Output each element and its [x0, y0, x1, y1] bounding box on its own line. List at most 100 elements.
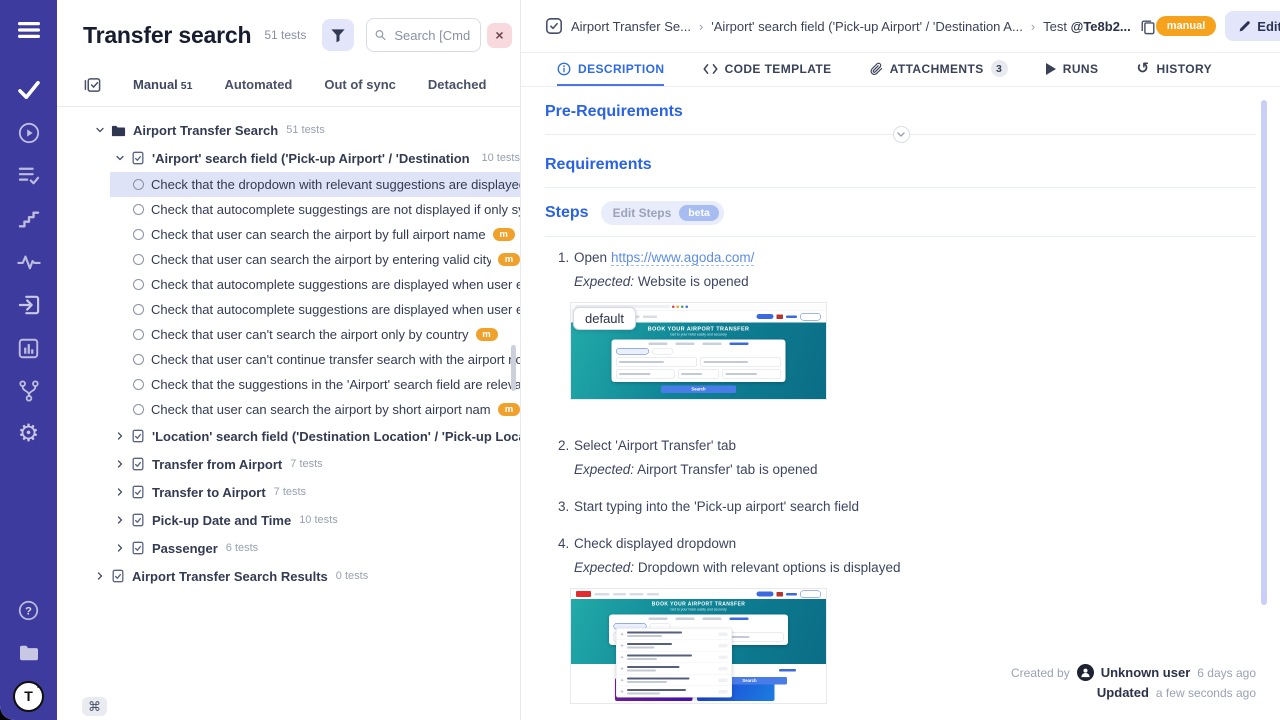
select-all-icon[interactable] [84, 76, 101, 93]
tab-attachments[interactable]: ATTACHMENTS 3 [870, 53, 1008, 86]
manual-flag-badge: m [498, 403, 520, 416]
step-attachment-image[interactable]: default BOOK YOUR AIRPORT TRANSFER Get t… [570, 302, 827, 400]
tab-out-of-sync[interactable]: Out of sync [324, 77, 396, 92]
beta-badge: beta [679, 205, 719, 221]
test-count: 7 tests [290, 458, 322, 470]
detail-tab-bar: DESCRIPTION CODE TEMPLATE ATTACHMENTS 3 … [521, 53, 1280, 87]
breadcrumb-suite[interactable]: Airport Transfer Se... [571, 19, 691, 34]
profile-avatar[interactable]: T' [0, 684, 57, 708]
tree-test-case[interactable]: Check that user can search the airport b… [57, 222, 520, 247]
tree-test-case[interactable]: Check that the dropdown with relevant su… [57, 172, 520, 197]
tree-test-case[interactable]: Check that user can search the airport b… [57, 397, 520, 422]
divider [545, 134, 1256, 135]
menu-icon[interactable] [0, 18, 57, 42]
manual-flag-badge: m [493, 228, 515, 241]
updated-time: a few seconds ago [1156, 686, 1256, 700]
test-plans-icon[interactable] [0, 164, 57, 188]
step-attachment-image[interactable]: BOOK YOUR AIRPORT TRANSFER Get to your h… [570, 588, 827, 704]
close-search-button[interactable]: × [487, 23, 512, 48]
test-count: 10 tests [481, 152, 520, 164]
suite-doc-icon [111, 569, 125, 583]
tree-test-case[interactable]: Check that user can't search the airport… [57, 322, 520, 347]
tree-test-case[interactable]: Check that autocomplete suggestions are … [57, 297, 520, 322]
step-item: 3.Start typing into the 'Pick-up airport… [558, 499, 1256, 514]
copy-icon[interactable] [1140, 18, 1156, 35]
tab-automated[interactable]: Automated [224, 77, 292, 92]
documentation-folder-icon[interactable] [0, 641, 57, 665]
chevron-down-icon[interactable] [113, 151, 127, 165]
steps-stairs-icon[interactable] [0, 207, 57, 231]
left-scrollbar-thumb[interactable] [511, 345, 516, 391]
breadcrumb-subsuite[interactable]: 'Airport' search field ('Pick-up Airport… [711, 19, 1023, 34]
tree-suite[interactable]: Passenger6 tests [57, 534, 520, 562]
pulse-activity-icon[interactable] [0, 250, 57, 274]
pencil-icon [1238, 20, 1251, 33]
tab-detached[interactable]: Detached [428, 77, 487, 92]
tab-runs[interactable]: RUNS [1046, 53, 1099, 86]
tree-test-case[interactable]: Check that the suggestions in the 'Airpo… [57, 372, 520, 397]
description-content: Pre-Requirements Requirements Steps Edit… [521, 86, 1280, 720]
meta-footer: Created by Unknown user 6 days ago Updat… [1011, 660, 1256, 700]
test-status-circle-icon [133, 204, 144, 215]
test-tree-panel: Transfer search 51 tests × Manual51 Auto… [57, 0, 521, 720]
tab-manual[interactable]: Manual51 [133, 77, 192, 92]
command-shortcut-hint[interactable]: ⌘ [82, 697, 107, 716]
tree-test-case[interactable]: Check that autocomplete suggestions are … [57, 272, 520, 297]
edit-button[interactable]: Edit [1225, 11, 1280, 41]
manual-flag-badge: m [498, 253, 520, 266]
tree-suite[interactable]: 'Airport' search field ('Pick-up Airport… [57, 144, 520, 172]
chevron-right-icon[interactable] [113, 485, 127, 499]
chevron-right-icon[interactable] [113, 457, 127, 471]
tab-code-template[interactable]: CODE TEMPLATE [703, 53, 832, 86]
attachment-overlay-label: default [573, 307, 636, 330]
tree-suite[interactable]: Airport Transfer Search51 tests [57, 116, 520, 144]
tab-history[interactable]: ↺ HISTORY [1137, 53, 1212, 86]
chevron-down-icon[interactable] [93, 123, 107, 137]
suite-doc-icon [131, 485, 145, 499]
test-status-circle-icon [133, 279, 144, 290]
tree-suite[interactable]: 'Location' search field ('Destination Lo… [57, 422, 520, 450]
edit-steps-button[interactable]: Edit Steps beta [601, 201, 724, 225]
chevron-right-icon[interactable] [113, 429, 127, 443]
tree-test-case[interactable]: Check that user can search the airport b… [57, 247, 520, 272]
tree-suite[interactable]: Airport Transfer Search Results0 tests [57, 562, 520, 590]
tree-item-label: Pick-up Date and Time [152, 513, 291, 528]
tree-item-label: Check that autocomplete suggestions are … [151, 302, 520, 317]
step-number: 1. [558, 250, 574, 265]
logo-letter: T [24, 688, 33, 704]
help-icon[interactable]: ? [0, 598, 57, 622]
tree-suite[interactable]: Transfer from Airport 7 tests [57, 450, 520, 478]
analytics-chart-icon[interactable] [0, 336, 57, 360]
tree-test-case[interactable]: Check that autocomplete suggestings are … [57, 197, 520, 222]
suite-doc-icon [131, 513, 145, 527]
collapse-toggle[interactable] [893, 126, 910, 143]
user-avatar-icon [1077, 664, 1094, 681]
tests-check-icon[interactable] [0, 78, 57, 102]
page-title: Transfer search [83, 22, 251, 49]
agoda-dropdown-screenshot-mock: BOOK YOUR AIRPORT TRANSFER Get to your h… [571, 589, 826, 703]
right-scrollbar-thumb[interactable] [1261, 100, 1267, 605]
branches-icon[interactable] [0, 379, 57, 403]
tree-suite[interactable]: Transfer to Airport7 tests [57, 478, 520, 506]
settings-gear-icon[interactable]: ⚙ [0, 422, 57, 446]
chevron-right-icon[interactable] [113, 541, 127, 555]
tree-item-label: 'Location' search field ('Destination Lo… [152, 429, 520, 444]
tree-item-label: Check that autocomplete suggestings are … [151, 202, 520, 217]
test-count: 0 tests [336, 570, 368, 582]
breadcrumb-separator: › [1031, 19, 1035, 34]
search-input[interactable] [392, 27, 472, 44]
tab-description[interactable]: DESCRIPTION [557, 53, 664, 86]
test-status-circle-icon [133, 254, 144, 265]
runs-play-icon[interactable] [0, 121, 57, 145]
tree-item-label: Check that the dropdown with relevant su… [151, 177, 520, 192]
chevron-right-icon[interactable] [113, 513, 127, 527]
chevron-right-icon[interactable] [93, 569, 107, 583]
tree-item-label: Transfer from Airport [152, 457, 282, 472]
tree-item-label: Check that user can't search the airport… [151, 327, 469, 342]
tree-test-case[interactable]: Check that user can't continue transfer … [57, 347, 520, 372]
step-link[interactable]: https://www.agoda.com/ [611, 250, 754, 266]
import-signin-icon[interactable] [0, 293, 57, 317]
tree-suite[interactable]: Pick-up Date and Time10 tests [57, 506, 520, 534]
filter-button[interactable] [322, 19, 354, 51]
section-pre-requirements: Pre-Requirements [545, 103, 1256, 121]
